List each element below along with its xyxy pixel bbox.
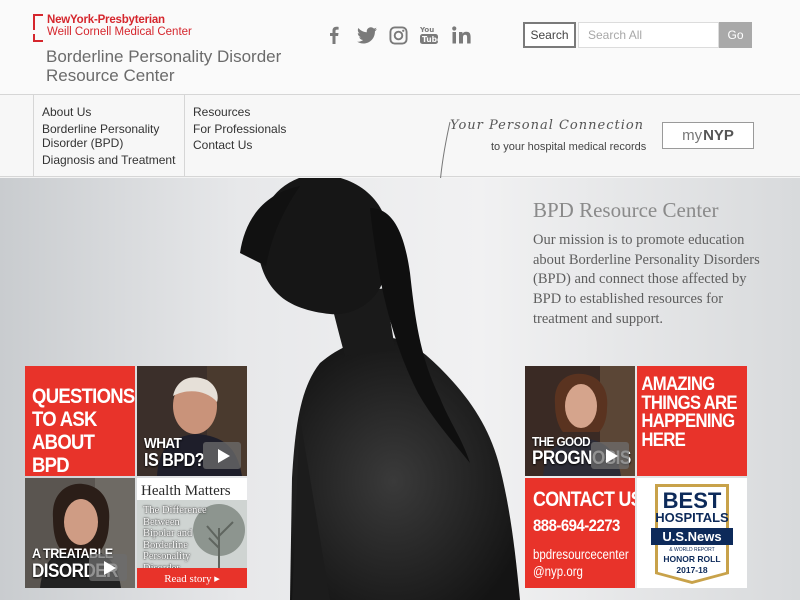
svg-text:You: You (420, 26, 434, 34)
what-is-caption-line2: is BPD? (144, 450, 205, 470)
nav-link-resources[interactable]: Resources (193, 105, 326, 120)
mynyp-tagline-sub[interactable]: to your hospital medical records (491, 141, 646, 153)
what-is-bpd-video-tile[interactable]: What is BPD? (137, 366, 247, 476)
treatable-disorder-video-tile[interactable]: A Treatable Disorder (25, 478, 135, 588)
nav-link-bpd[interactable]: Borderline Personality Disorder (BPD) (42, 122, 172, 151)
best-hospitals-badge-tile[interactable]: BEST HOSPITALS U.S.News & WORLD REPORT H… (637, 478, 747, 588)
read-story-link[interactable]: Read story ▸ (137, 568, 247, 588)
mynyp-tagline-script[interactable]: Your Personal Connection (450, 118, 644, 133)
badge-honor-roll: HONOR ROLL (663, 554, 720, 564)
instagram-icon[interactable] (388, 24, 408, 46)
nav-link-about-us[interactable]: About Us (42, 105, 184, 120)
contact-email-line1[interactable]: bpdresourcecenter (533, 547, 629, 563)
badge-hospitals: HOSPITALS (655, 510, 729, 525)
search-button[interactable]: Search (523, 22, 576, 48)
linkedin-icon[interactable] (451, 24, 473, 46)
hero-title: BPD Resource Center (533, 198, 719, 222)
site-title[interactable]: Borderline Personality Disorder Resource… (46, 47, 306, 85)
best-hospitals-badge: BEST HOSPITALS U.S.News & WORLD REPORT H… (651, 484, 733, 584)
contact-email-line2[interactable]: @nyp.org (533, 564, 583, 580)
nav-link-diagnosis-treatment[interactable]: Diagnosis and Treatment (42, 153, 184, 168)
svg-text:Tube: Tube (422, 35, 438, 44)
hero-mission-text: Our mission is to promote education abou… (533, 232, 760, 327)
go-button[interactable]: Go (719, 22, 752, 48)
play-icon[interactable] (203, 442, 241, 469)
badge-world-report: & WORLD REPORT (669, 547, 714, 553)
badge-year: 2017-18 (676, 565, 707, 575)
logo-bracket-bottom (33, 34, 43, 42)
search-input[interactable] (578, 22, 719, 48)
facebook-icon[interactable] (326, 24, 342, 46)
logo-line2: Weill Cornell Medical Center (47, 26, 192, 38)
badge-usnews: U.S.News (662, 529, 721, 544)
mynyp-logo-brand: NYP (703, 127, 734, 144)
logo-bracket-top (33, 14, 43, 30)
amazing-things-tile[interactable]: Amazing Things Are Happening Here (637, 366, 747, 476)
nav-column-2: Resources For Professionals Contact Us (186, 95, 326, 177)
play-icon[interactable] (89, 554, 127, 581)
contact-us-tile[interactable]: CONTACT US 888-694-2273 bpdresourcecente… (525, 478, 635, 588)
health-matters-title: Health Matters (141, 483, 231, 499)
questions-tile-text: Questions to Ask About BPD (32, 385, 135, 476)
mynyp-logo-prefix: my (682, 127, 703, 144)
twitter-icon[interactable] (356, 24, 378, 46)
mynyp-logo-button[interactable]: my NYP (662, 122, 754, 149)
nav-column-1: About Us Borderline Personality Disorder… (33, 95, 185, 177)
play-icon[interactable] (591, 442, 629, 469)
health-matters-text: The Difference Between Bipolar and Borde… (143, 505, 207, 574)
script-flourish (439, 121, 451, 185)
nav-link-contact-us[interactable]: Contact Us (193, 138, 326, 153)
questions-to-ask-tile[interactable]: Questions to Ask About BPD (25, 366, 135, 476)
logo-line1: NewYork-Presbyterian (47, 14, 165, 26)
good-prognosis-video-tile[interactable]: The Good Prognosis (525, 366, 635, 476)
health-matters-tile[interactable]: Health Matters The Difference Between Bi… (137, 478, 247, 588)
youtube-icon[interactable]: YouTube (419, 24, 439, 46)
amazing-tile-text: Amazing Things Are Happening Here (641, 374, 737, 451)
nav-link-for-professionals[interactable]: For Professionals (193, 122, 326, 137)
site-header: NewYork-Presbyterian Weill Cornell Medic… (0, 0, 800, 94)
contact-title: CONTACT US (533, 488, 635, 511)
contact-phone[interactable]: 888-694-2273 (533, 516, 620, 536)
